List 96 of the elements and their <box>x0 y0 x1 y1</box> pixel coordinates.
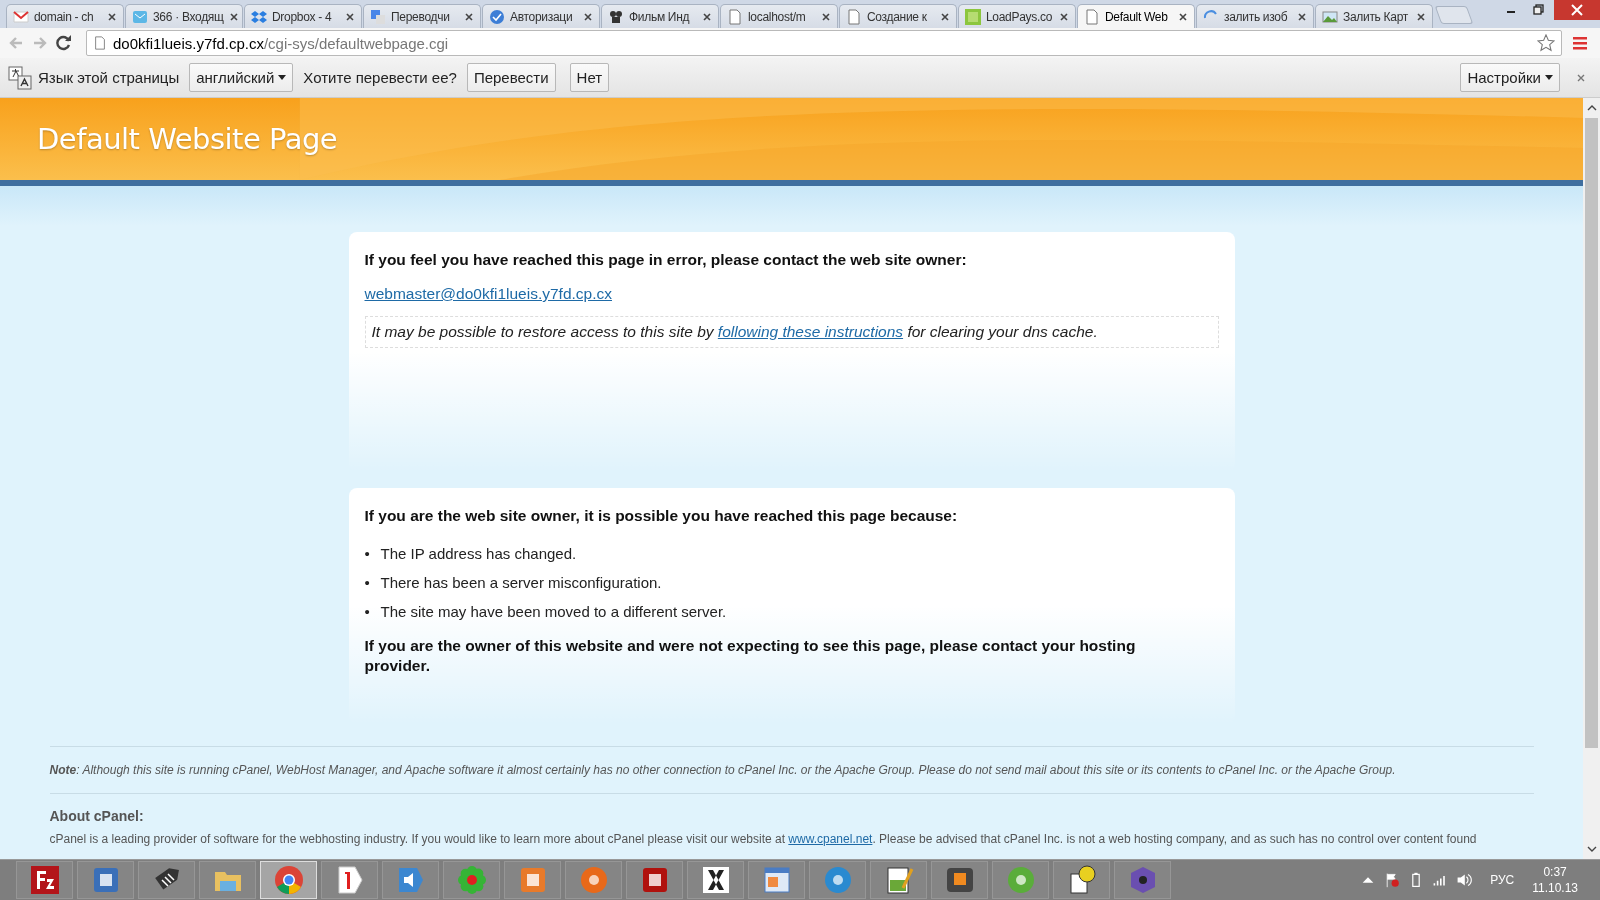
bullet: • <box>364 602 371 622</box>
close-tab-icon[interactable] <box>702 11 712 22</box>
flag-icon[interactable] <box>1384 872 1401 888</box>
clock-date: 11.10.13 <box>1532 880 1578 896</box>
browser-tab[interactable]: LoadPays.co <box>958 4 1076 28</box>
page-title: Default Website Page <box>37 122 338 156</box>
page-icon <box>1084 8 1100 25</box>
browser-tab[interactable]: domain - ch <box>6 4 124 28</box>
close-tab-icon[interactable] <box>228 11 239 22</box>
close-tab-icon[interactable] <box>1059 11 1069 22</box>
tab-title: Переводчи <box>391 9 451 24</box>
filezilla-icon <box>28 864 61 896</box>
image-icon <box>1322 8 1338 25</box>
browser-tab[interactable]: Авторизаци <box>482 4 600 28</box>
close-tab-icon[interactable] <box>1416 11 1426 22</box>
caret-icon <box>1545 75 1553 80</box>
film-camera-icon <box>608 8 624 25</box>
translate-question: Хотите перевести ее? <box>303 69 457 86</box>
mail-icon <box>13 8 29 25</box>
translate-icon <box>8 65 32 90</box>
bookmark-star-icon[interactable] <box>1537 34 1555 52</box>
language-label: Язык этой страницы <box>38 69 180 86</box>
clock[interactable]: 0:37 11.10.13 <box>1532 864 1578 896</box>
taskbar-button[interactable] <box>870 861 927 899</box>
close-tab-icon[interactable] <box>464 11 474 22</box>
browser-tab[interactable]: localhost/m <box>720 4 838 28</box>
menu-icon[interactable] <box>1572 35 1588 51</box>
email-link[interactable]: webmaster@do0kfi1lueis.y7fd.cp.cx <box>364 285 612 303</box>
browser-tab[interactable]: Dropbox - 4 <box>244 4 362 28</box>
scroll-down-icon[interactable] <box>1586 845 1597 853</box>
language-dropdown[interactable]: английский <box>189 63 294 92</box>
card-heading: If you are the web site owner, it is possible you have reached this page because: <box>364 506 959 526</box>
close-tab-icon[interactable] <box>1178 11 1188 22</box>
tab-title: Создание к <box>867 9 928 24</box>
reason-item: There has been a server misconfiguration. <box>380 573 662 593</box>
page-icon <box>846 8 862 25</box>
browser-tab[interactable]: Переводчи <box>363 4 481 28</box>
card-heading: If you feel you have reached this page in error, please contact the web site owner: <box>364 250 968 270</box>
tab-title: Фильм Инд <box>629 9 691 24</box>
address-field[interactable]: do0kfi1lueis.y7fd.cp.cx/cgi-sys/defaultwebpage.cgi <box>86 30 1562 56</box>
close-tab-icon[interactable] <box>1297 11 1307 22</box>
check-circle-icon <box>489 8 505 25</box>
instructions-link[interactable]: following these instructions <box>717 323 904 340</box>
close-tab-icon[interactable] <box>583 11 593 22</box>
tab-title: Default Web <box>1105 9 1169 24</box>
close-tab-icon[interactable] <box>821 11 831 22</box>
bullet: • <box>364 573 371 593</box>
taskbar-button[interactable] <box>687 861 744 899</box>
dropbox-icon <box>251 8 267 25</box>
closing-text: If you are the owner of this website and were not expecting to see this page, please contact your hosting provider. <box>364 636 1137 676</box>
reload-icon[interactable] <box>54 33 74 53</box>
browser-tab[interactable]: залить изоб <box>1196 4 1314 28</box>
clock-time: 0:37 <box>1543 864 1567 880</box>
tab-title: Dropbox - 4 <box>272 9 333 24</box>
close-tab-icon[interactable] <box>107 11 117 22</box>
bullet: • <box>364 544 371 564</box>
about-text: cPanel is a leading provider of software for the webhosting industry. If you would like to learn more about cPanel please visit our website at www.cpanel.net. Please be advised that cPanel Inc. is not a web hosting company, and as such has no control over content found <box>49 832 1478 846</box>
translate-button[interactable]: Нет <box>569 63 610 92</box>
tab-title: залить изоб <box>1224 9 1289 24</box>
translate-button[interactable]: Перевести <box>466 63 556 92</box>
notice-text: It may be possible to restore access to this site by following these instructions for clearing your dns cache. <box>364 316 1219 348</box>
browser-tab[interactable]: Залить Карт <box>1315 4 1433 28</box>
tab-title: LoadPays.co <box>986 9 1054 24</box>
browser-tab[interactable]: Создание к <box>839 4 957 28</box>
close-icon[interactable] <box>1554 0 1600 20</box>
scrollbar[interactable] <box>1583 98 1600 859</box>
volume-icon[interactable] <box>1456 872 1473 888</box>
browser-tab[interactable]: Default Web <box>1077 4 1195 28</box>
browser-tab[interactable]: Фильм Инд <box>601 4 719 28</box>
url-text: do0kfi1lueis.y7fd.cp.cx/cgi-sys/defaultwebpage.cgi <box>113 34 450 52</box>
options-dropdown[interactable]: Настройки <box>1460 63 1560 92</box>
close-tab-icon[interactable] <box>345 11 355 22</box>
tab-title: domain - ch <box>34 9 95 24</box>
tab-title: localhost/m <box>748 9 807 24</box>
about-heading: About cPanel: <box>49 808 145 824</box>
tab-title: 366 · Входящ <box>153 9 224 24</box>
reason-item: The IP address has changed. <box>380 544 577 564</box>
close-icon[interactable] <box>1576 72 1586 83</box>
caret-icon <box>278 75 287 80</box>
page-icon <box>727 8 743 25</box>
browser-tab[interactable]: 366 · Входящ <box>125 4 243 28</box>
envelope-icon <box>132 8 148 25</box>
tab-title: Залить Карт <box>1343 9 1409 24</box>
taskbar-button[interactable] <box>16 861 73 899</box>
flower-icon <box>455 864 488 896</box>
taskbar-button[interactable] <box>1053 861 1110 899</box>
close-tab-icon[interactable] <box>940 11 950 22</box>
tab-title: Авторизаци <box>510 9 574 24</box>
scroll-up-icon[interactable] <box>1586 104 1597 112</box>
translate-icon <box>370 8 386 25</box>
reason-item: The site may have been moved to a different server. <box>380 602 727 622</box>
page-icon <box>93 36 107 50</box>
note-text: Note: Although this site is running cPanel, WebHost Manager, and Apache software it almost certainly has no other connection to cPanel Inc. or the Apache Group. Please do not send mail about this site or its contents to cPanel Inc. or the Apache Group. <box>49 763 1397 777</box>
chrome-icon <box>272 864 305 896</box>
scroll-thumb[interactable] <box>1585 118 1598 748</box>
keyboard-language[interactable]: РУС <box>1490 873 1515 887</box>
